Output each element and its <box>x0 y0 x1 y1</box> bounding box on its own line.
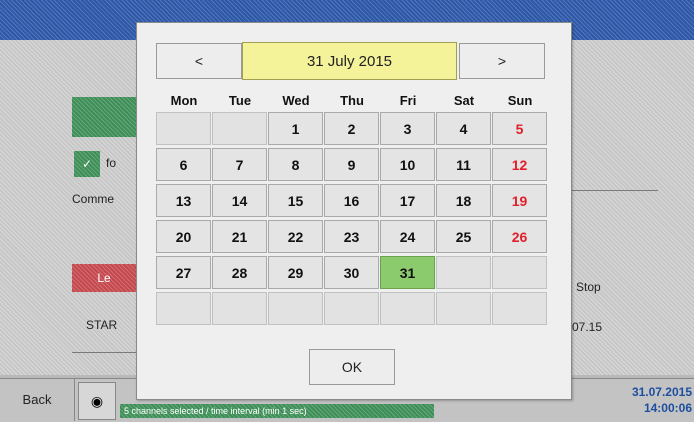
day-cell-2[interactable]: 2 <box>324 112 379 145</box>
empty-day-cell <box>492 256 547 289</box>
weekday-tue: Tue <box>228 93 252 108</box>
datetime-display: 31.07.2015 14:00:06 <box>632 384 692 416</box>
ok-button[interactable]: OK <box>309 349 395 385</box>
empty-day-cell <box>268 292 323 325</box>
day-cell-16[interactable]: 16 <box>324 184 379 217</box>
weekday-header: Mon Tue Wed Thu Fri Sat Sun <box>156 93 548 108</box>
bg-le-label: Le <box>97 271 111 285</box>
day-cell-5[interactable]: 5 <box>492 112 547 145</box>
back-button[interactable]: Back <box>0 378 75 421</box>
day-cell-28[interactable]: 28 <box>212 256 267 289</box>
bg-fo-label: fo <box>106 156 117 170</box>
empty-day-cell <box>156 112 211 145</box>
day-cell-27[interactable]: 27 <box>156 256 211 289</box>
day-cell-22[interactable]: 22 <box>268 220 323 253</box>
camera-icon: ◉ <box>90 392 104 409</box>
weekday-sun: Sun <box>507 93 533 108</box>
date-text: 31.07.2015 <box>631 385 692 399</box>
empty-day-cell <box>380 292 435 325</box>
bg-date-fragment: 07.15 <box>572 320 603 334</box>
day-cell-23[interactable]: 23 <box>324 220 379 253</box>
camera-button[interactable]: ◉ <box>78 382 116 420</box>
day-cell-31[interactable]: 31 <box>380 256 435 289</box>
day-cell-21[interactable]: 21 <box>212 220 267 253</box>
bg-red-button[interactable]: Le <box>72 264 136 292</box>
day-cell-9[interactable]: 9 <box>324 148 379 181</box>
day-cell-3[interactable]: 3 <box>380 112 435 145</box>
day-cell-15[interactable]: 15 <box>268 184 323 217</box>
day-cell-18[interactable]: 18 <box>436 184 491 217</box>
day-cell-14[interactable]: 14 <box>212 184 267 217</box>
empty-day-cell <box>156 292 211 325</box>
check-icon: ✓ <box>81 157 93 171</box>
day-cell-6[interactable]: 6 <box>156 148 211 181</box>
bg-divider-right <box>572 190 658 191</box>
status-strip: 5 channels selected / time interval (min… <box>120 404 434 418</box>
day-cell-30[interactable]: 30 <box>324 256 379 289</box>
next-month-button[interactable]: > <box>459 43 545 79</box>
day-cell-25[interactable]: 25 <box>436 220 491 253</box>
empty-day-cell <box>212 292 267 325</box>
bg-divider <box>72 352 136 353</box>
weekday-wed: Wed <box>282 93 310 108</box>
weekday-thu: Thu <box>340 93 364 108</box>
day-cell-29[interactable]: 29 <box>268 256 323 289</box>
day-cell-10[interactable]: 10 <box>380 148 435 181</box>
bg-green-button[interactable] <box>72 97 136 137</box>
empty-day-cell <box>436 292 491 325</box>
day-cell-4[interactable]: 4 <box>436 112 491 145</box>
empty-day-cell <box>324 292 379 325</box>
day-cell-17[interactable]: 17 <box>380 184 435 217</box>
day-cell-26[interactable]: 26 <box>492 220 547 253</box>
calendar-dialog: < 31 July 2015 > Mon Tue Wed Thu Fri Sat Sun 1… <box>136 22 572 400</box>
bg-start-label: STAR <box>86 318 118 332</box>
bg-checkbox[interactable]: ✓ <box>74 151 100 177</box>
empty-day-cell <box>436 256 491 289</box>
prev-month-button[interactable]: < <box>156 43 242 79</box>
time-text: 14:00:06 <box>643 401 692 415</box>
day-cell-11[interactable]: 11 <box>436 148 491 181</box>
empty-day-cell <box>212 112 267 145</box>
weekday-mon: Mon <box>170 93 198 108</box>
day-cell-20[interactable]: 20 <box>156 220 211 253</box>
day-cell-8[interactable]: 8 <box>268 148 323 181</box>
day-cell-24[interactable]: 24 <box>380 220 435 253</box>
day-cell-1[interactable]: 1 <box>268 112 323 145</box>
day-cell-19[interactable]: 19 <box>492 184 547 217</box>
month-label: 31 July 2015 <box>242 42 457 80</box>
weekday-fri: Fri <box>399 93 417 108</box>
bg-comment-label: Comme <box>72 192 115 206</box>
weekday-sat: Sat <box>453 93 475 108</box>
bg-stop-label: Stop <box>576 280 601 294</box>
day-cell-12[interactable]: 12 <box>492 148 547 181</box>
day-cell-13[interactable]: 13 <box>156 184 211 217</box>
empty-day-cell <box>492 292 547 325</box>
day-cell-7[interactable]: 7 <box>212 148 267 181</box>
